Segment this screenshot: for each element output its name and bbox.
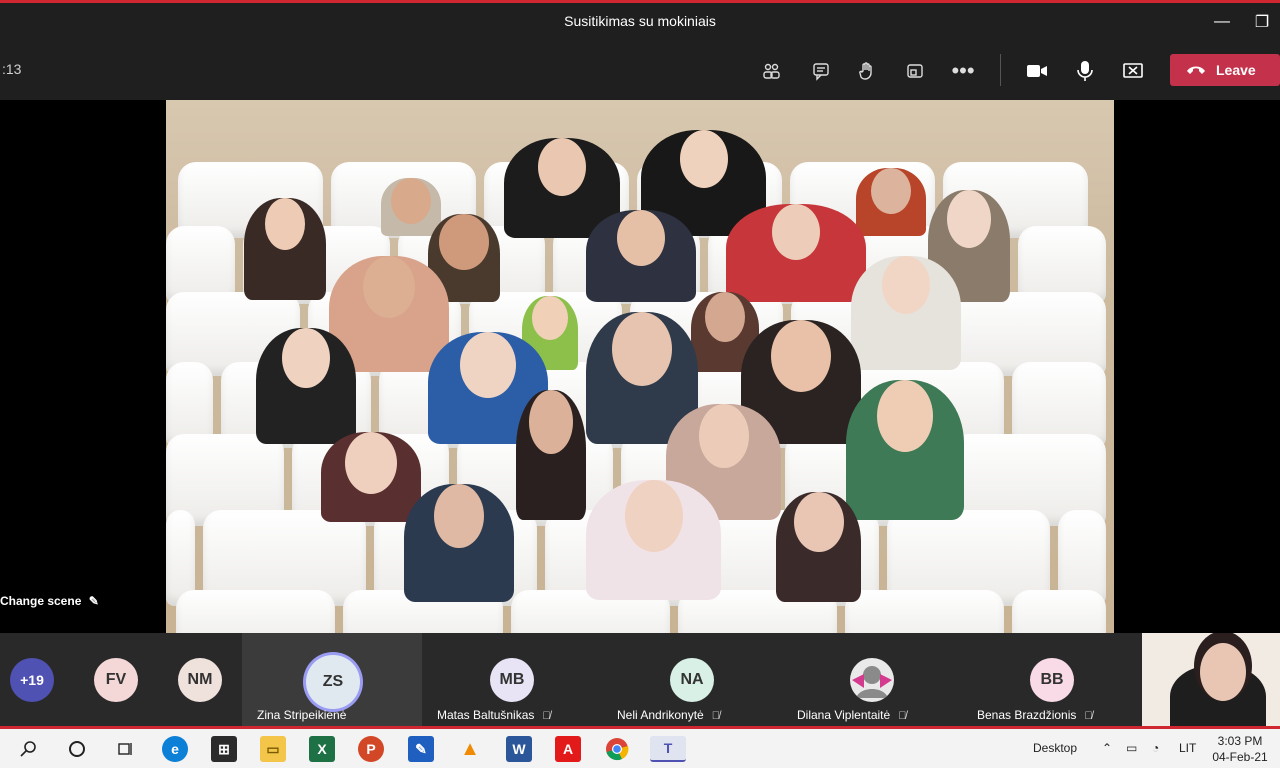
leave-button[interactable]: Leave [1170,54,1280,86]
participant-tile[interactable]: BB Benas Brazdžionis 🎙̸ [962,633,1142,726]
participant-name-row: Dilana Viplentaitė 🎙̸ [797,708,906,722]
participant-tile[interactable]: MB Matas Baltušnikas 🎙̸ [422,633,602,726]
participant-tile[interactable]: ZS Zina Stripeikienė [242,633,422,726]
participant-video [846,380,964,520]
participant-tile[interactable]: NA Neli Andrikonytė 🎙̸ [602,633,782,726]
powerpoint-icon[interactable]: P [358,736,384,762]
battery-icon[interactable]: ▭ [1126,741,1137,755]
chevron-up-icon[interactable]: ⌃ [1102,741,1112,755]
participant-name: Zina Stripeikienė [257,708,347,722]
window-title: Susitikimas su mokiniais [564,13,716,29]
participant-video [381,178,441,236]
meeting-timer: :13 [2,61,22,77]
overflow-participants-tile[interactable]: +19 [0,633,62,726]
avatar: NM [178,658,222,702]
minimize-button[interactable]: — [1202,7,1242,37]
change-scene-button[interactable]: Change scene ✎ [0,594,99,608]
participant-video [321,432,421,522]
snipping-tool-icon[interactable]: ✎ [408,736,434,762]
video-stage: Change scene ✎ [0,100,1280,633]
avatar: MB [490,658,534,702]
language-indicator[interactable]: LIT [1179,741,1196,755]
mic-muted-icon: 🎙̸ [711,710,720,722]
avatar: BB [1030,658,1074,702]
more-options-icon[interactable]: ••• [948,56,978,86]
leave-label: Leave [1216,62,1256,78]
edge-browser-icon[interactable]: e [162,736,188,762]
mic-muted-icon: 🎙̸ [898,710,907,722]
participant-name: Matas Baltušnikas [437,708,535,722]
participants-icon[interactable] [756,56,786,86]
clock-time: 3:03 PM [1217,734,1263,748]
pencil-icon: ✎ [88,594,99,608]
microphone-icon[interactable] [1070,56,1100,86]
participant-video [586,480,721,600]
teams-icon[interactable]: T [650,736,686,762]
participant-video [244,198,326,300]
participant-video [516,390,586,520]
acrobat-icon[interactable]: A [555,736,581,762]
participant-name: Neli Andrikonytė [617,708,704,722]
title-bar: Susitikimas su mokiniais — ❐ [0,0,1280,40]
share-screen-icon[interactable] [1118,56,1148,86]
participant-name-row: Neli Andrikonytė 🎙̸ [617,708,720,722]
participant-name-row: Matas Baltušnikas 🎙̸ [437,708,551,722]
participant-video [256,328,356,444]
cortana-icon[interactable] [64,736,90,762]
search-icon[interactable] [16,736,42,762]
participant-video [856,168,926,236]
camera-icon[interactable] [1022,56,1052,86]
participant-video [851,256,961,370]
participant-video [776,492,861,602]
change-scene-label: Change scene [0,594,82,608]
profile-picture-avatar [850,658,894,702]
mic-muted-icon: 🎙̸ [542,710,551,722]
file-explorer-icon[interactable]: ▭ [260,736,286,762]
system-clock[interactable]: 3:03 PM 04-Feb-21 [1205,733,1275,765]
participant-video [586,210,696,302]
task-view-icon[interactable] [112,736,138,762]
vlc-icon[interactable]: ▲ [457,736,483,762]
participant-tile[interactable]: Dilana Viplentaitė 🎙̸ [782,633,962,726]
chrome-icon[interactable] [604,736,630,762]
participant-tile[interactable]: NM [156,633,242,726]
avatar: FV [94,658,138,702]
chat-icon[interactable] [806,56,836,86]
participant-name: Dilana Viplentaitė [797,708,891,722]
participant-video [726,204,866,302]
wifi-icon[interactable]: ◔ [1152,741,1159,755]
participant-name-row: Benas Brazdžionis 🎙̸ [977,708,1093,722]
word-icon[interactable]: W [506,736,532,762]
self-video-preview [1142,633,1280,726]
desktop-toolbar[interactable]: Desktop [1033,741,1077,755]
participant-name: Benas Brazdžionis [977,708,1077,722]
clock-date: 04-Feb-21 [1212,750,1268,764]
together-mode-scene [166,100,1114,633]
avatar: NA [670,658,714,702]
maximize-button[interactable]: ❐ [1242,7,1280,37]
overflow-count-avatar: +19 [10,658,54,702]
breakout-rooms-icon[interactable] [900,56,930,86]
participant-video [404,484,514,602]
hang-up-icon [1186,62,1206,78]
speaking-avatar: ZS [306,655,360,709]
raise-hand-icon[interactable] [852,56,882,86]
store-icon[interactable]: ⊞ [211,736,237,762]
meeting-toolbar: :13 ••• Leave [0,40,1280,100]
excel-icon[interactable]: X [309,736,335,762]
mic-muted-icon: 🎙̸ [1084,710,1093,722]
participant-tile[interactable]: FV [72,633,156,726]
windows-taskbar: e ⊞ ▭ X P ✎ ▲ W A T Desktop ⌃ ▭ ◔ LIT 3:… [0,726,1280,768]
toolbar-separator [1000,54,1001,86]
participants-strip: +19 FV NM ZS Zina Stripeikienė MB Matas … [0,633,1142,726]
teams-meeting-window: Susitikimas su mokiniais — ❐ :13 ••• Lea… [0,0,1280,768]
